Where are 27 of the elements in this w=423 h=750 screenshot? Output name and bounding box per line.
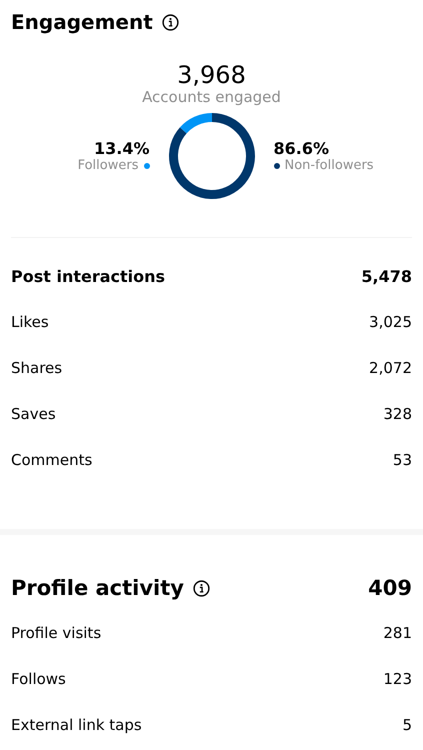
- metric-value: 2,072: [369, 359, 412, 377]
- metric-value: 281: [383, 624, 412, 642]
- legend-label: Non-followers: [284, 158, 374, 173]
- metric-value: 328: [383, 405, 412, 423]
- metric-label: Shares: [11, 359, 62, 377]
- total-count: 3,968: [177, 60, 246, 90]
- metric-label: Follows: [11, 670, 66, 688]
- metric-label: External link taps: [11, 716, 142, 734]
- legend-percent: 13.4%: [94, 139, 150, 158]
- info-icon[interactable]: [162, 14, 179, 30]
- legend-label: Followers: [78, 158, 138, 173]
- metric-label: Profile visits: [11, 624, 102, 642]
- metric-label: Likes: [11, 313, 49, 331]
- info-icon[interactable]: [192, 580, 210, 596]
- section-title: Post interactions: [11, 266, 166, 286]
- total-label: Accounts engaged: [142, 88, 281, 106]
- section-title: Engagement: [11, 10, 153, 34]
- metric-value: 53: [392, 451, 412, 469]
- metric-value: 123: [383, 670, 412, 688]
- metric-label: Saves: [11, 405, 56, 423]
- section-total: 5,478: [361, 266, 412, 286]
- metric-value: 3,025: [369, 313, 412, 331]
- metric-value: 5: [402, 716, 412, 734]
- section-title: Profile activity: [11, 576, 184, 600]
- section-total: 409: [368, 576, 412, 600]
- legend-percent: 86.6%: [274, 139, 330, 158]
- metric-label: Comments: [11, 451, 92, 469]
